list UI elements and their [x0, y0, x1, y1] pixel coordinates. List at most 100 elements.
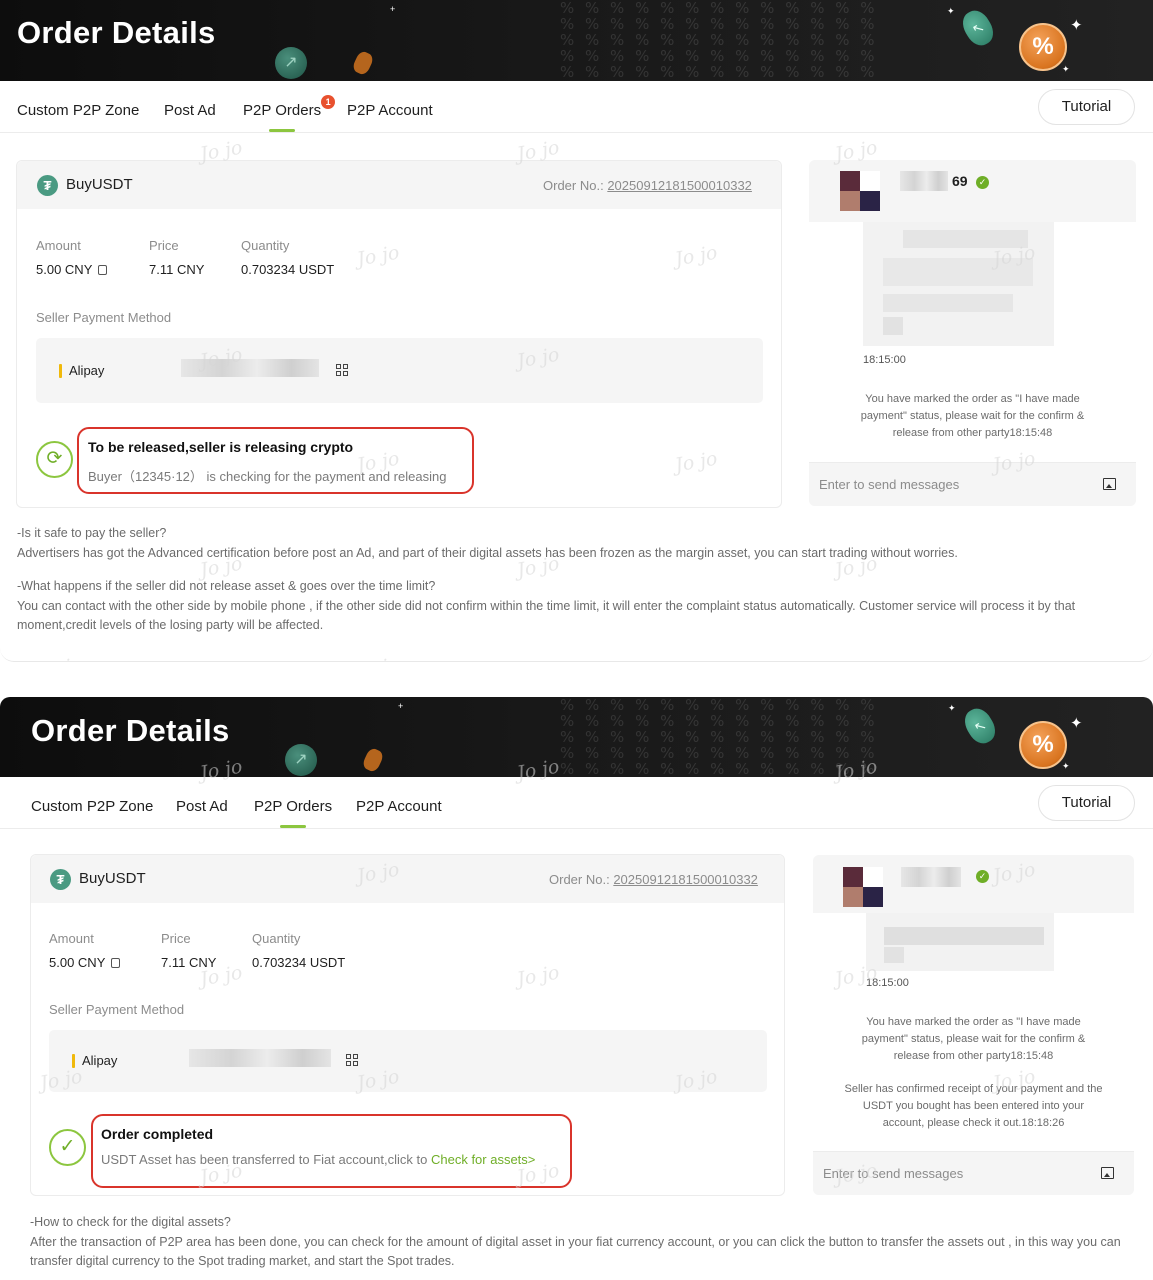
check-status-icon: ✓ — [49, 1129, 86, 1166]
copy-icon[interactable] — [98, 265, 108, 275]
banner-pattern: % % % % % % % % % % % % %% % % % % % % %… — [560, 697, 878, 777]
image-upload-icon[interactable] — [1103, 478, 1116, 490]
tab-custom-p2p-zone[interactable]: Custom P2P Zone — [31, 798, 153, 815]
order-card: ₮ BuyUSDT Order No.: 2025091218150001033… — [16, 160, 782, 508]
sparkle-icon: ✦ — [947, 6, 955, 16]
blurred-username — [900, 171, 948, 191]
username-suffix: 69 — [952, 173, 968, 189]
order-details-screen-completed: % % % % % % % % % % % % %% % % % % % % %… — [0, 697, 1153, 1280]
seller-payment-method-label: Seller Payment Method — [36, 310, 172, 325]
faq-question: -Is it safe to pay the seller? — [17, 526, 167, 540]
qr-code-icon[interactable] — [336, 364, 348, 376]
faq-question: -What happens if the seller did not rele… — [17, 579, 436, 593]
message-image-blurred — [863, 222, 1054, 346]
order-card-header: ₮ BuyUSDT Order No.: 2025091218150001033… — [17, 161, 781, 209]
faq-section: -How to check for the digital assets? Af… — [30, 1213, 1125, 1272]
coin-icon — [361, 746, 385, 774]
quantity-label: Quantity — [241, 238, 290, 253]
faq-answer: You can contact with the other side by m… — [17, 598, 1076, 633]
price-label: Price — [161, 931, 191, 946]
chat-input-bar[interactable]: Enter to send messages — [809, 462, 1136, 506]
system-message-payment: You have marked the order as "I have mad… — [861, 1016, 1086, 1062]
tab-custom-p2p-zone[interactable]: Custom P2P Zone — [17, 102, 139, 119]
blurred-account — [181, 359, 319, 377]
order-side-asset: BuyUSDT — [79, 870, 146, 887]
coin-icon: ↗ — [285, 744, 317, 776]
tutorial-button[interactable]: Tutorial — [1038, 785, 1135, 821]
amount-value: 5.00 CNY — [36, 262, 108, 277]
order-no-label: Order No.: — [543, 178, 604, 193]
qr-code-icon[interactable] — [346, 1054, 358, 1066]
system-message-confirmed: Seller has confirmed receipt of your pay… — [844, 1083, 1103, 1129]
quantity-label: Quantity — [252, 931, 301, 946]
sparkle-icon: ✦ — [1062, 761, 1070, 771]
sparkle-icon: + — [398, 701, 404, 711]
banner-pattern: % % % % % % % % % % % % %% % % % % % % %… — [560, 0, 878, 81]
faq-section: -Is it safe to pay the seller? Advertise… — [17, 524, 1132, 636]
amount-text: 5.00 CNY — [36, 262, 93, 277]
tab-label: P2P Orders — [254, 798, 333, 815]
header-banner: % % % % % % % % % % % % %% % % % % % % %… — [0, 0, 1153, 81]
chat-input-bar[interactable]: Enter to send messages — [813, 1151, 1134, 1195]
order-number: Order No.: 20250912181500010332 — [543, 178, 752, 193]
order-no-label: Order No.: — [549, 872, 610, 887]
payment-accent-bar — [59, 364, 62, 378]
page-title: Order Details — [17, 15, 216, 50]
amount-label: Amount — [36, 238, 81, 253]
tab-p2p-orders[interactable]: P2P Orders — [254, 798, 332, 815]
watermark: Jo jo — [355, 653, 401, 661]
order-side-asset: BuyUSDT — [66, 176, 133, 193]
chat-input-placeholder[interactable]: Enter to send messages — [823, 1166, 963, 1181]
image-upload-icon[interactable] — [1101, 1167, 1114, 1179]
avatar — [840, 171, 880, 211]
page-title: Order Details — [31, 713, 230, 748]
order-number: Order No.: 20250912181500010332 — [549, 872, 758, 887]
sparkle-icon: ✦ — [1062, 64, 1070, 74]
tab-post-ad[interactable]: Post Ad — [164, 102, 216, 119]
message-image-blurred — [866, 913, 1054, 971]
tab-label: P2P Orders — [243, 102, 322, 119]
usdt-icon: ₮ — [50, 869, 71, 890]
highlight-box — [77, 427, 474, 494]
header-banner: % % % % % % % % % % % % %% % % % % % % %… — [0, 697, 1153, 777]
order-details-screen-releasing: % % % % % % % % % % % % %% % % % % % % %… — [0, 0, 1153, 662]
coin-icon — [351, 49, 375, 77]
verified-icon: ✓ — [976, 870, 989, 883]
refresh-status-icon: ⟳ — [36, 441, 73, 478]
notification-badge: 1 — [321, 95, 336, 109]
tab-p2p-account[interactable]: P2P Account — [356, 798, 442, 815]
chat-panel: ✓ 18:15:00 You have marked the order as … — [813, 855, 1134, 1195]
tab-p2p-orders[interactable]: P2P Orders 1 — [243, 95, 336, 119]
sparkle-icon: ✦ — [948, 703, 956, 713]
seller-payment-method-label: Seller Payment Method — [49, 1002, 185, 1017]
chat-messages: 18:15:00 You have marked the order as "I… — [813, 913, 1134, 1151]
verified-icon: ✓ — [976, 176, 989, 189]
price-value: 7.11 CNY — [149, 262, 205, 277]
order-no-value[interactable]: 20250912181500010332 — [607, 178, 752, 193]
chat-panel: 69 ✓ 18:15:00 You have marked the order … — [809, 160, 1136, 506]
price-label: Price — [149, 238, 179, 253]
quantity-value: 0.703234 USDT — [241, 262, 335, 277]
payment-method-box: Alipay — [49, 1030, 767, 1092]
tab-p2p-account[interactable]: P2P Account — [347, 102, 433, 119]
copy-icon[interactable] — [111, 958, 121, 968]
message-time: 18:15:00 — [866, 977, 909, 989]
chat-messages: 18:15:00 You have marked the order as "I… — [809, 222, 1136, 462]
faq-answer: After the transaction of P2P area has be… — [30, 1234, 1121, 1269]
highlight-box — [91, 1114, 572, 1188]
blurred-account — [189, 1049, 331, 1067]
system-message-payment: You have marked the order as "I have mad… — [860, 393, 1085, 439]
price-value: 7.11 CNY — [161, 955, 217, 970]
order-no-value[interactable]: 20250912181500010332 — [613, 872, 758, 887]
sparkle-icon: ✦ — [1070, 715, 1083, 732]
payment-method-box: Alipay — [36, 338, 763, 403]
payment-method-name: Alipay — [69, 363, 105, 378]
tutorial-button[interactable]: Tutorial — [1038, 89, 1135, 125]
amount-value: 5.00 CNY — [49, 955, 121, 970]
quantity-value: 0.703234 USDT — [252, 955, 346, 970]
faq-answer: Advertisers has got the Advanced certifi… — [17, 545, 958, 560]
chat-input-placeholder[interactable]: Enter to send messages — [819, 477, 959, 492]
tab-post-ad[interactable]: Post Ad — [176, 798, 228, 815]
avatar — [843, 867, 883, 907]
coin-icon: ↗ — [275, 47, 307, 79]
